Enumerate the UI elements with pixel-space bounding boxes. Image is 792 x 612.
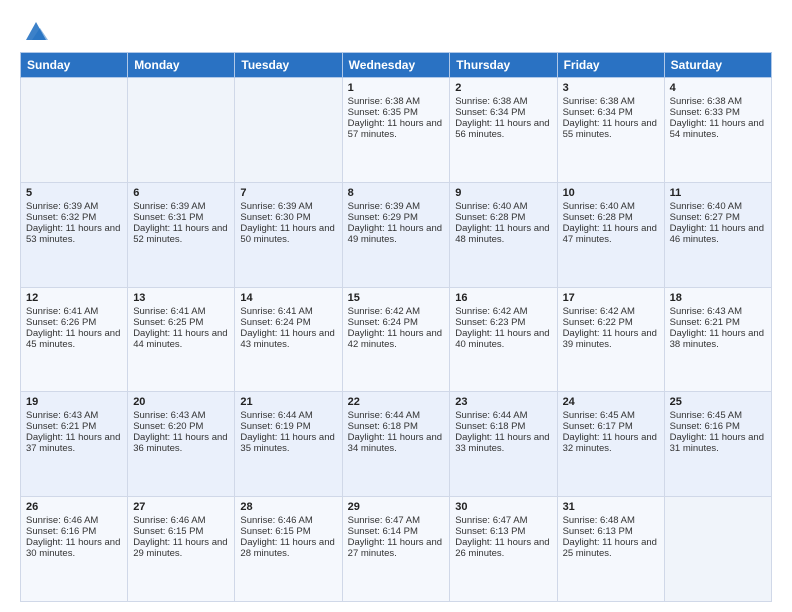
day-header-wednesday: Wednesday	[342, 53, 450, 78]
calendar-day-24: 24Sunrise: 6:45 AMSunset: 6:17 PMDayligh…	[557, 392, 664, 497]
calendar-day-11: 11Sunrise: 6:40 AMSunset: 6:27 PMDayligh…	[664, 182, 771, 287]
calendar-day-21: 21Sunrise: 6:44 AMSunset: 6:19 PMDayligh…	[235, 392, 342, 497]
day-header-tuesday: Tuesday	[235, 53, 342, 78]
calendar-week-3: 12Sunrise: 6:41 AMSunset: 6:26 PMDayligh…	[21, 287, 772, 392]
day-number: 30	[455, 501, 551, 513]
day-number: 2	[455, 82, 551, 94]
calendar-week-1: 1Sunrise: 6:38 AMSunset: 6:35 PMDaylight…	[21, 78, 772, 183]
calendar-day-28: 28Sunrise: 6:46 AMSunset: 6:15 PMDayligh…	[235, 497, 342, 602]
calendar-week-5: 26Sunrise: 6:46 AMSunset: 6:16 PMDayligh…	[21, 497, 772, 602]
day-number: 9	[455, 187, 551, 199]
day-number: 13	[133, 292, 229, 304]
logo-icon	[22, 16, 50, 44]
day-number: 21	[240, 396, 336, 408]
calendar-day-2: 2Sunrise: 6:38 AMSunset: 6:34 PMDaylight…	[450, 78, 557, 183]
calendar-day-20: 20Sunrise: 6:43 AMSunset: 6:20 PMDayligh…	[128, 392, 235, 497]
day-number: 23	[455, 396, 551, 408]
day-number: 8	[348, 187, 445, 199]
logo	[20, 16, 50, 44]
calendar-day-1: 1Sunrise: 6:38 AMSunset: 6:35 PMDaylight…	[342, 78, 450, 183]
day-number: 26	[26, 501, 122, 513]
calendar-day-31: 31Sunrise: 6:48 AMSunset: 6:13 PMDayligh…	[557, 497, 664, 602]
day-number: 5	[26, 187, 122, 199]
day-number: 4	[670, 82, 766, 94]
empty-cell	[664, 497, 771, 602]
header	[20, 16, 772, 44]
calendar-day-13: 13Sunrise: 6:41 AMSunset: 6:25 PMDayligh…	[128, 287, 235, 392]
calendar-week-4: 19Sunrise: 6:43 AMSunset: 6:21 PMDayligh…	[21, 392, 772, 497]
day-number: 3	[563, 82, 659, 94]
calendar-day-14: 14Sunrise: 6:41 AMSunset: 6:24 PMDayligh…	[235, 287, 342, 392]
calendar-day-26: 26Sunrise: 6:46 AMSunset: 6:16 PMDayligh…	[21, 497, 128, 602]
calendar-day-22: 22Sunrise: 6:44 AMSunset: 6:18 PMDayligh…	[342, 392, 450, 497]
calendar-day-6: 6Sunrise: 6:39 AMSunset: 6:31 PMDaylight…	[128, 182, 235, 287]
calendar-day-18: 18Sunrise: 6:43 AMSunset: 6:21 PMDayligh…	[664, 287, 771, 392]
day-number: 18	[670, 292, 766, 304]
calendar-day-25: 25Sunrise: 6:45 AMSunset: 6:16 PMDayligh…	[664, 392, 771, 497]
day-number: 28	[240, 501, 336, 513]
calendar-day-23: 23Sunrise: 6:44 AMSunset: 6:18 PMDayligh…	[450, 392, 557, 497]
calendar-day-17: 17Sunrise: 6:42 AMSunset: 6:22 PMDayligh…	[557, 287, 664, 392]
calendar-day-19: 19Sunrise: 6:43 AMSunset: 6:21 PMDayligh…	[21, 392, 128, 497]
day-number: 14	[240, 292, 336, 304]
calendar-day-16: 16Sunrise: 6:42 AMSunset: 6:23 PMDayligh…	[450, 287, 557, 392]
page: SundayMondayTuesdayWednesdayThursdayFrid…	[0, 0, 792, 612]
day-number: 7	[240, 187, 336, 199]
day-number: 19	[26, 396, 122, 408]
day-number: 20	[133, 396, 229, 408]
empty-cell	[21, 78, 128, 183]
day-number: 12	[26, 292, 122, 304]
day-header-sunday: Sunday	[21, 53, 128, 78]
empty-cell	[235, 78, 342, 183]
day-header-saturday: Saturday	[664, 53, 771, 78]
calendar-day-9: 9Sunrise: 6:40 AMSunset: 6:28 PMDaylight…	[450, 182, 557, 287]
calendar-day-12: 12Sunrise: 6:41 AMSunset: 6:26 PMDayligh…	[21, 287, 128, 392]
day-header-friday: Friday	[557, 53, 664, 78]
calendar-header-row: SundayMondayTuesdayWednesdayThursdayFrid…	[21, 53, 772, 78]
day-header-thursday: Thursday	[450, 53, 557, 78]
calendar-day-27: 27Sunrise: 6:46 AMSunset: 6:15 PMDayligh…	[128, 497, 235, 602]
calendar-day-3: 3Sunrise: 6:38 AMSunset: 6:34 PMDaylight…	[557, 78, 664, 183]
day-number: 24	[563, 396, 659, 408]
day-header-monday: Monday	[128, 53, 235, 78]
day-number: 16	[455, 292, 551, 304]
day-number: 27	[133, 501, 229, 513]
calendar-day-4: 4Sunrise: 6:38 AMSunset: 6:33 PMDaylight…	[664, 78, 771, 183]
empty-cell	[128, 78, 235, 183]
calendar-day-7: 7Sunrise: 6:39 AMSunset: 6:30 PMDaylight…	[235, 182, 342, 287]
day-number: 31	[563, 501, 659, 513]
day-number: 1	[348, 82, 445, 94]
day-number: 6	[133, 187, 229, 199]
calendar-day-10: 10Sunrise: 6:40 AMSunset: 6:28 PMDayligh…	[557, 182, 664, 287]
day-number: 17	[563, 292, 659, 304]
calendar-day-15: 15Sunrise: 6:42 AMSunset: 6:24 PMDayligh…	[342, 287, 450, 392]
day-number: 15	[348, 292, 445, 304]
day-number: 10	[563, 187, 659, 199]
calendar-day-29: 29Sunrise: 6:47 AMSunset: 6:14 PMDayligh…	[342, 497, 450, 602]
calendar-day-5: 5Sunrise: 6:39 AMSunset: 6:32 PMDaylight…	[21, 182, 128, 287]
day-number: 11	[670, 187, 766, 199]
day-number: 29	[348, 501, 445, 513]
day-number: 22	[348, 396, 445, 408]
calendar-table: SundayMondayTuesdayWednesdayThursdayFrid…	[20, 52, 772, 602]
day-number: 25	[670, 396, 766, 408]
calendar-week-2: 5Sunrise: 6:39 AMSunset: 6:32 PMDaylight…	[21, 182, 772, 287]
calendar-day-8: 8Sunrise: 6:39 AMSunset: 6:29 PMDaylight…	[342, 182, 450, 287]
calendar-day-30: 30Sunrise: 6:47 AMSunset: 6:13 PMDayligh…	[450, 497, 557, 602]
